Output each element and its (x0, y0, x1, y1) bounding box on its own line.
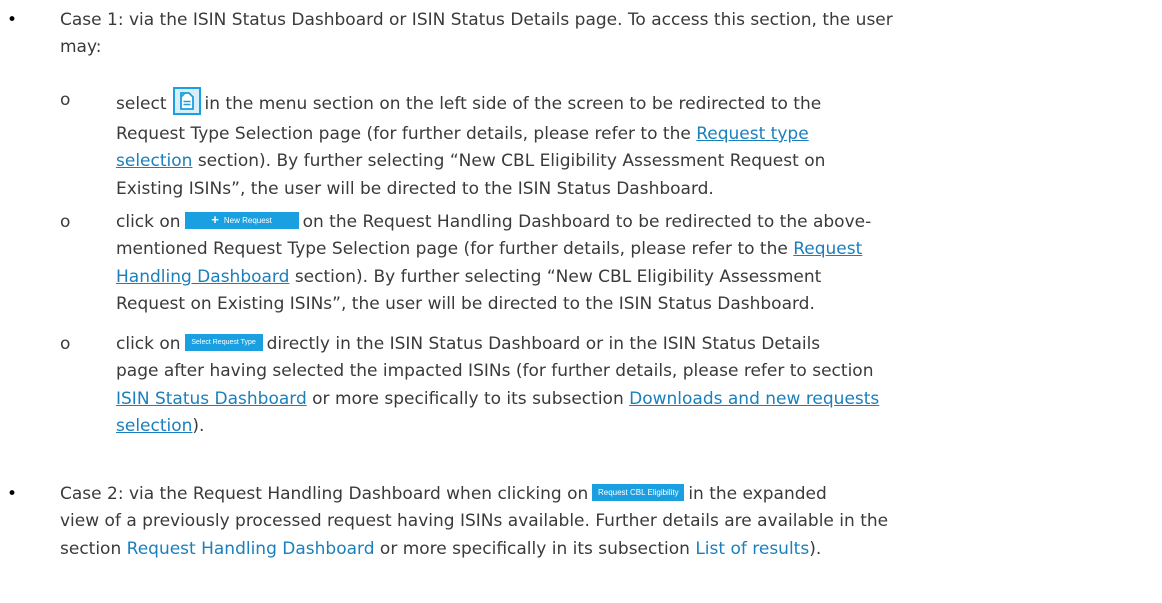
link-request-handling-dashboard-2[interactable]: Request Handling Dashboard (127, 539, 375, 559)
select-request-type-button[interactable]: Select Request Type (184, 334, 263, 351)
sub-3-line-1: directly in the ISIN Status Dashboard or… (266, 334, 821, 354)
link-request-handling-dashboard[interactable]: Request (793, 239, 862, 259)
link-downloads-new-requests[interactable]: Downloads and new requests (629, 389, 879, 409)
case-1-text: Case 1: via the ISIN Status Dashboard or… (60, 7, 1162, 62)
sub-3-text: click on Select Request Type directly in t… (116, 331, 1162, 441)
link-request-type-selection-cont[interactable]: selection (116, 151, 192, 171)
sub-1-line-3: section). By further selecting “New CBL … (197, 151, 826, 172)
sub-2-line-2: mentioned Request Type Selection page (f… (116, 239, 788, 260)
case-2-mid: or more specifically in its subsection (379, 538, 690, 559)
case-2-line-3: section (60, 538, 122, 559)
sub-3-line-2: page after having selected the impacted … (116, 361, 874, 382)
link-request-handling-dashboard-cont[interactable]: Handling Dashboard (116, 267, 289, 287)
sub-3-click-on: click on (116, 334, 181, 354)
case-2-line-1-end: in the expanded (688, 484, 827, 504)
sub-bullet-marker: o (60, 90, 71, 110)
request-cbl-eligibility-button[interactable]: Request CBL Eligibility (592, 484, 685, 501)
bullet-marker: • (7, 484, 18, 504)
new-request-label: New Request (223, 216, 272, 225)
sub-2-line-3: section). By further selecting “New CBL … (294, 266, 822, 287)
case-1-line-2: may: (60, 37, 102, 58)
case-2-text: Case 2: via the Request Handling Dashboa… (60, 481, 1162, 563)
document-page: • Case 1: via the ISIN Status Dashboard … (0, 0, 1162, 603)
sub-1-line-1: in the menu section on the left side of … (204, 94, 822, 114)
sub-bullet-marker: o (60, 212, 71, 232)
case-2-line-2: view of a previously processed request h… (60, 511, 889, 532)
sub-2-line-1: on the Request Handling Dashboard to be … (302, 212, 872, 232)
sub-1-line-2: Request Type Selection page (for further… (116, 124, 691, 144)
sub-bullet-marker: o (60, 334, 71, 354)
sub-1-text: select in the menu section on the left si… (116, 87, 1162, 203)
new-request-button[interactable]: + New Request (184, 212, 299, 229)
sub-3-mid: or more specifically to its subsection (312, 388, 624, 409)
link-request-type-selection[interactable]: Request type (696, 124, 808, 144)
bullet-marker: • (7, 10, 18, 30)
sub-2-text: click on + New Request on the Request Handl… (116, 209, 1162, 319)
link-list-of-results[interactable]: List of results (695, 539, 809, 559)
sub-1-line-4: Existing ISINs”, the user will be direct… (116, 178, 714, 199)
case-1-line-1: Case 1: via the ISIN Status Dashboard or… (60, 10, 893, 30)
sub-3-end: ). (192, 416, 205, 437)
document-icon[interactable] (172, 87, 201, 115)
sub-2-click-on: click on (116, 212, 181, 232)
case-2-end: ). (809, 538, 822, 559)
case-2-line-1: Case 2: via the Request Handling Dashboa… (60, 484, 589, 504)
sub-1-select-word: select (116, 94, 167, 114)
sub-2-line-4: Request on Existing ISINs”, the user wil… (116, 294, 815, 315)
link-downloads-new-requests-cont[interactable]: selection (116, 416, 192, 436)
plus-icon: + (211, 212, 219, 227)
link-isin-status-dashboard[interactable]: ISIN Status Dashboard (116, 389, 307, 409)
